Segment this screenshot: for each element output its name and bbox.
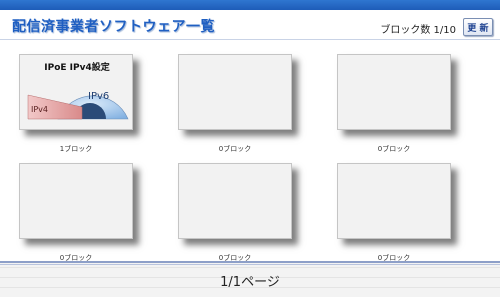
block-title: IPoE IPv4設定 <box>44 63 110 73</box>
block-caption: 0ブロック <box>218 145 252 153</box>
block-tile-3: 0ブロック <box>337 54 467 154</box>
header: 配信済事業者ソフトウェア一覧 ブロック数 1/10 更 新 <box>0 10 500 40</box>
block-tile-button[interactable]: IPoE IPv4設定 IPv6 IPv4 <box>19 54 133 130</box>
block-tile-5: 0ブロック <box>178 163 308 263</box>
block-tile-button[interactable] <box>19 163 133 239</box>
block-caption: 0ブロック <box>377 145 411 153</box>
footer-divider <box>0 264 500 265</box>
refresh-button[interactable]: 更 新 <box>463 18 493 36</box>
ipv4-label: IPv4 <box>31 105 49 114</box>
block-tile-button[interactable] <box>337 163 451 239</box>
block-tile-4: 0ブロック <box>19 163 149 263</box>
top-accent-bar <box>0 0 500 10</box>
block-tile-6: 0ブロック <box>337 163 467 263</box>
block-tile-button[interactable] <box>178 163 292 239</box>
block-tile-button[interactable] <box>337 54 451 130</box>
page-indicator: 1/1ページ <box>220 275 280 290</box>
block-grid: IPoE IPv4設定 IPv6 IPv4 1ブロック 0ブロック 0ブロック … <box>0 41 500 263</box>
ipv6-label: IPv6 <box>88 91 110 102</box>
block-tile-2: 0ブロック <box>178 54 308 154</box>
block-count: ブロック数 1/10 <box>380 25 456 36</box>
block-tile-1: IPoE IPv4設定 IPv6 IPv4 1ブロック <box>19 54 149 154</box>
block-tile-button[interactable] <box>178 54 292 130</box>
page-title: 配信済事業者ソフトウェア一覧 <box>12 19 215 35</box>
block-caption: 1ブロック <box>59 145 93 153</box>
